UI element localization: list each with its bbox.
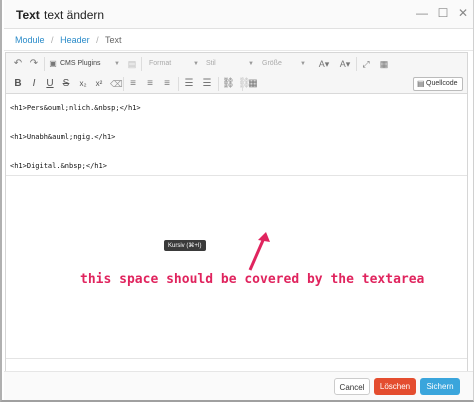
source-label: Quellcode <box>426 80 458 87</box>
undo-icon[interactable]: ↶ <box>12 56 24 72</box>
editor-resize-edge <box>6 358 467 359</box>
remove-format-icon[interactable]: ⌫ <box>110 76 123 92</box>
size-dropdown[interactable]: Größe ▼ <box>262 56 308 72</box>
minimize-icon[interactable]: — <box>415 6 429 20</box>
breadcrumb-link-header[interactable]: Header <box>60 35 90 45</box>
link-icon[interactable]: ⛓ <box>222 76 235 92</box>
annotation-text: this space should be covered by the text… <box>80 272 425 287</box>
subscript-button[interactable]: x₂ <box>76 76 90 92</box>
chevron-down-icon: ▼ <box>300 61 306 67</box>
italic-button[interactable]: I <box>28 76 40 92</box>
delete-button[interactable]: Löschen <box>374 378 416 395</box>
bold-button[interactable]: B <box>12 76 24 92</box>
editor-toolbar: ↶ ↷ ▣ CMS Plugins ▼ ▤ Format ▼ Stil ▼ Gr… <box>6 53 467 94</box>
cancel-button[interactable]: Cancel <box>334 378 370 395</box>
toolbar-divider <box>242 77 243 91</box>
source-icon: ▤ <box>417 79 425 88</box>
align-left-icon[interactable]: ≡ <box>126 76 140 92</box>
cms-plugins-dropdown[interactable]: CMS Plugins ▼ <box>60 56 122 72</box>
close-icon[interactable]: ✕ <box>456 6 470 20</box>
style-label: Stil <box>206 60 216 67</box>
dialog-title: text ändern <box>44 8 105 22</box>
toolbar-divider <box>123 77 124 91</box>
maximize-editor-icon[interactable]: ⤢ <box>360 56 372 72</box>
toolbar-row-2: B I U S x₂ x² ⌫ ≡ ≡ ≡ ☰ ☰ ⛓ ⛓ ▦ ▤ Quellc… <box>6 75 467 93</box>
show-blocks-icon[interactable]: ▦ <box>378 56 390 72</box>
toolbar-row-1: ↶ ↷ ▣ CMS Plugins ▼ ▤ Format ▼ Stil ▼ Gr… <box>6 55 467 73</box>
strike-button[interactable]: S <box>60 76 72 92</box>
breadcrumb-separator: / <box>51 35 54 45</box>
title-bar: Text text ändern — ☐ ✕ <box>4 0 473 29</box>
rich-text-editor: ↶ ↷ ▣ CMS Plugins ▼ ▤ Format ▼ Stil ▼ Gr… <box>5 52 468 372</box>
chevron-down-icon: ▼ <box>193 61 199 67</box>
toolbar-divider <box>218 77 219 91</box>
maximize-icon[interactable]: ☐ <box>436 6 450 20</box>
size-label: Größe <box>262 60 282 67</box>
superscript-button[interactable]: x² <box>92 76 106 92</box>
format-dropdown[interactable]: Format ▼ <box>149 56 201 72</box>
cms-plugins-label: CMS Plugins <box>60 60 101 67</box>
modal-dialog: Text text ändern — ☐ ✕ Module / Header /… <box>0 0 474 402</box>
toolbar-divider <box>356 57 357 71</box>
breadcrumb: Module / Header / Text <box>4 29 473 51</box>
breadcrumb-current: Text <box>104 35 122 45</box>
bulleted-list-icon[interactable]: ☰ <box>200 76 214 92</box>
redo-icon[interactable]: ↷ <box>28 56 40 72</box>
chevron-down-icon: ▼ <box>248 61 254 67</box>
align-right-icon[interactable]: ≡ <box>160 76 174 92</box>
align-center-icon[interactable]: ≡ <box>143 76 157 92</box>
dialog-title-type: Text <box>16 8 40 22</box>
underline-button[interactable]: U <box>44 76 56 92</box>
cms-plugins-icon: ▣ <box>49 59 57 68</box>
tooltip-italic: Kursiv (⌘+I) <box>164 240 206 251</box>
toolbar-divider <box>141 57 142 71</box>
save-button[interactable]: Sichern <box>420 378 460 395</box>
source-line: <h1>Unabh&auml;ngig.</h1> <box>10 133 116 141</box>
text-color-icon[interactable]: A▾ <box>316 56 332 72</box>
source-button[interactable]: ▤ Quellcode <box>413 77 463 91</box>
table-icon[interactable]: ▦ <box>246 76 260 92</box>
source-line: <h1>Digital.&nbsp;</h1> <box>10 162 107 170</box>
arrow-annotation-icon <box>248 232 270 271</box>
source-line: <h1>Pers&ouml;nlich.&nbsp;</h1> <box>10 104 141 112</box>
background-color-icon[interactable]: A▾ <box>337 56 353 72</box>
chevron-down-icon: ▼ <box>114 61 120 67</box>
textarea-bottom-edge <box>6 175 467 176</box>
breadcrumb-link-module[interactable]: Module <box>15 35 45 45</box>
numbered-list-icon[interactable]: ☰ <box>182 76 196 92</box>
toolbar-divider <box>178 77 179 91</box>
breadcrumb-separator: / <box>96 35 99 45</box>
clipboard-icon: ▤ <box>127 59 137 69</box>
toolbar-divider <box>44 57 45 71</box>
source-textarea[interactable]: <h1>Pers&ouml;nlich.&nbsp;</h1> <h1>Unab… <box>6 95 467 175</box>
style-dropdown[interactable]: Stil ▼ <box>206 56 256 72</box>
dialog-footer: Cancel Löschen Sichern <box>4 371 473 400</box>
format-label: Format <box>149 60 172 67</box>
